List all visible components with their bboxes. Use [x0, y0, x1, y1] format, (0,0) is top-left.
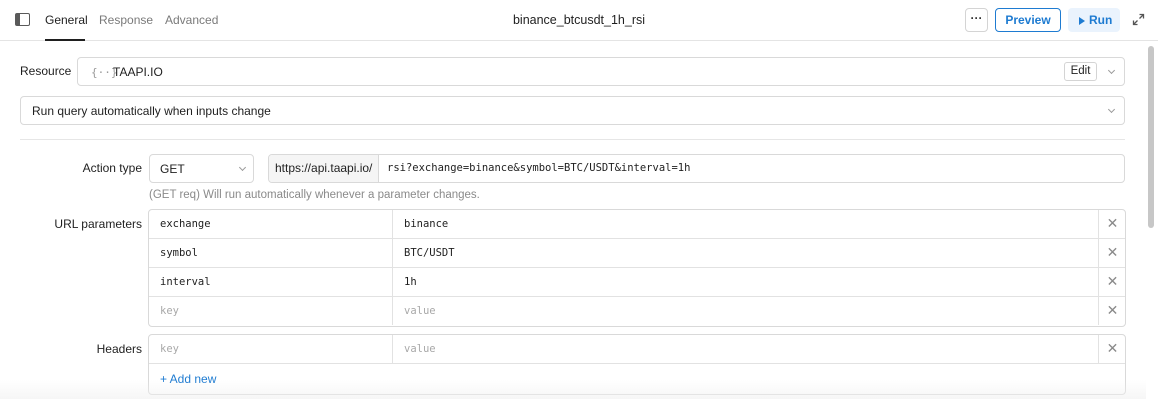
run-button-label: Run [1089, 13, 1113, 27]
delete-row-icon[interactable]: ✕ [1099, 210, 1125, 238]
section-divider [20, 139, 1125, 140]
table-row: key value ✕ [149, 297, 1125, 326]
url-path-input[interactable]: rsi?exchange=binance&symbol=BTC/USDT&int… [379, 155, 1124, 182]
header-key-input[interactable]: key [149, 335, 393, 363]
chevron-down-icon [238, 163, 247, 172]
header-value-input[interactable]: value [393, 335, 1099, 363]
param-key-input[interactable]: key [149, 297, 393, 325]
preview-button[interactable]: Preview [995, 8, 1061, 32]
url-parameters-label: URL parameters [54, 217, 142, 231]
delete-row-icon[interactable]: ✕ [1099, 268, 1125, 296]
delete-row-icon[interactable]: ✕ [1099, 297, 1125, 325]
url-parameters-table: exchange binance ✕ symbol BTC/USDT ✕ int… [148, 209, 1126, 327]
more-options-button[interactable]: ··· [965, 8, 988, 32]
play-icon [1079, 17, 1085, 25]
param-value-input[interactable]: BTC/USDT [393, 239, 1099, 267]
scrollbar-thumb[interactable] [1148, 46, 1154, 228]
tab-advanced[interactable]: Advanced [165, 13, 218, 27]
param-value-input[interactable]: binance [393, 210, 1099, 238]
query-editor-header: General Response Advanced binance_btcusd… [0, 0, 1158, 41]
table-row: exchange binance ✕ [149, 210, 1125, 239]
edit-resource-button[interactable]: Edit [1064, 62, 1097, 81]
active-tab-indicator [45, 39, 85, 41]
table-row: interval 1h ✕ [149, 268, 1125, 297]
base-url-prefix: https://api.taapi.io/ [269, 155, 379, 182]
http-method-select[interactable]: GET [149, 154, 254, 183]
resource-name: TAAPI.IO [113, 65, 163, 79]
param-value-input[interactable]: 1h [393, 268, 1099, 296]
run-hint-text: (GET req) Will run automatically wheneve… [149, 189, 480, 201]
delete-row-icon[interactable]: ✕ [1099, 239, 1125, 267]
run-trigger-value: Run query automatically when inputs chan… [32, 104, 271, 118]
param-key-input[interactable]: exchange [149, 210, 393, 238]
headers-label: Headers [96, 342, 142, 356]
chevron-down-icon [1107, 105, 1116, 114]
expand-icon[interactable] [1132, 13, 1145, 26]
param-key-input[interactable]: symbol [149, 239, 393, 267]
tab-response[interactable]: Response [99, 13, 153, 27]
param-key-input[interactable]: interval [149, 268, 393, 296]
http-method-value: GET [160, 162, 185, 176]
tab-general[interactable]: General [45, 13, 88, 27]
delete-row-icon[interactable]: ✕ [1099, 335, 1125, 363]
run-trigger-select[interactable]: Run query automatically when inputs chan… [20, 96, 1125, 125]
url-field: https://api.taapi.io/ rsi?exchange=binan… [268, 154, 1125, 183]
table-row: symbol BTC/USDT ✕ [149, 239, 1125, 268]
sidebar-toggle-icon[interactable] [15, 13, 30, 26]
resource-select[interactable]: {··} TAAPI.IO Edit [77, 57, 1125, 86]
param-value-input[interactable]: value [393, 297, 1099, 325]
chevron-down-icon [1107, 66, 1116, 75]
headers-table: key value ✕ + Add new [148, 334, 1126, 395]
action-type-label: Action type [82, 161, 142, 175]
table-row: key value ✕ [149, 335, 1125, 364]
add-header-button[interactable]: + Add new [149, 364, 1125, 394]
run-button[interactable]: Run [1068, 8, 1120, 32]
resource-label: Resource [20, 64, 72, 78]
